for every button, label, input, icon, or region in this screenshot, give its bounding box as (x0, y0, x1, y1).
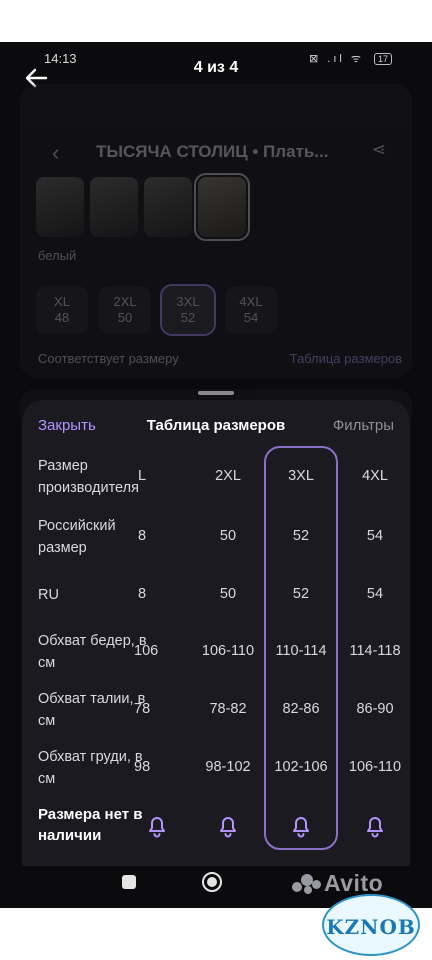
avito-wordmark: Avito (324, 870, 384, 896)
size-chip-selected: 3XL 52 (160, 284, 216, 336)
avito-logo: Avito (292, 870, 383, 897)
table-cell: 98 (134, 759, 151, 775)
size-chip-label: 3XL (176, 294, 200, 309)
table-cell: 54 (366, 528, 384, 544)
table-cell: 114-118 (349, 643, 401, 659)
size-chip: XL 48 (36, 286, 88, 334)
chevron-left-icon: ‹ (52, 140, 60, 165)
phone-screen: 14:13 ⊠ .ıl ᯤ 17 4 из 4 ‹ ТЫСЯЧА СТОЛИЦ … (0, 42, 432, 908)
size-chip-ru: 50 (117, 310, 133, 325)
unavailable-label: Размера нет в наличии (38, 806, 143, 844)
table-cell: 8 (138, 586, 147, 602)
color-label: белый (38, 248, 77, 263)
size-chip-ru: 48 (54, 310, 70, 325)
table-cell: L (138, 468, 147, 484)
size-chips: XL 48 2XL 50 3XL 52 4XL 54 (36, 284, 277, 336)
bell-icon[interactable] (146, 814, 168, 838)
share-icon: ⋖ (371, 140, 386, 159)
table-cell: 106-110 (348, 759, 402, 775)
size-table-sheet: Закрыть Таблица размеров Фильтры Размер … (22, 400, 410, 866)
color-thumbnail (36, 177, 84, 237)
recents-square-icon[interactable] (122, 875, 136, 889)
watermark-text: KZNOB (326, 915, 416, 939)
bell-icon[interactable] (290, 814, 312, 838)
filters-button[interactable]: Фильтры (333, 417, 394, 434)
size-chip: 4XL 54 (225, 286, 277, 334)
kznob-watermark-logo: KZNOB (322, 894, 420, 956)
color-thumbnails (36, 173, 250, 241)
avito-dots-icon (292, 873, 322, 896)
bell-icon[interactable] (364, 814, 386, 838)
table-cell: 8 (138, 528, 147, 544)
size-chip-label: 2XL (113, 294, 137, 309)
bell-icon[interactable] (217, 814, 239, 838)
size-chip-ru: 54 (243, 310, 259, 325)
product-title: ТЫСЯЧА СТОЛИЦ • Плать... (96, 142, 329, 161)
home-circle-icon[interactable] (202, 872, 222, 892)
color-thumbnail (90, 177, 138, 237)
size-chip: 2XL 50 (99, 286, 151, 334)
fit-label: Соответствует размеру (38, 351, 179, 366)
table-cell: 54 (366, 586, 384, 602)
color-thumbnail-selected (194, 173, 250, 241)
sheet-grabber[interactable] (198, 391, 234, 395)
color-thumbnail (144, 177, 192, 237)
image-counter: 4 из 4 (193, 59, 239, 76)
size-chip-label: XL (54, 294, 70, 309)
size-chip-ru: 52 (180, 310, 196, 325)
table-cell: 106 (134, 643, 159, 659)
table-cell: 4XL (362, 468, 388, 484)
size-table-link: Таблица размеров (289, 351, 402, 366)
size-chip-label: 4XL (239, 294, 263, 309)
table-cell: 86-90 (356, 701, 394, 717)
table-cell: 78 (134, 701, 151, 717)
